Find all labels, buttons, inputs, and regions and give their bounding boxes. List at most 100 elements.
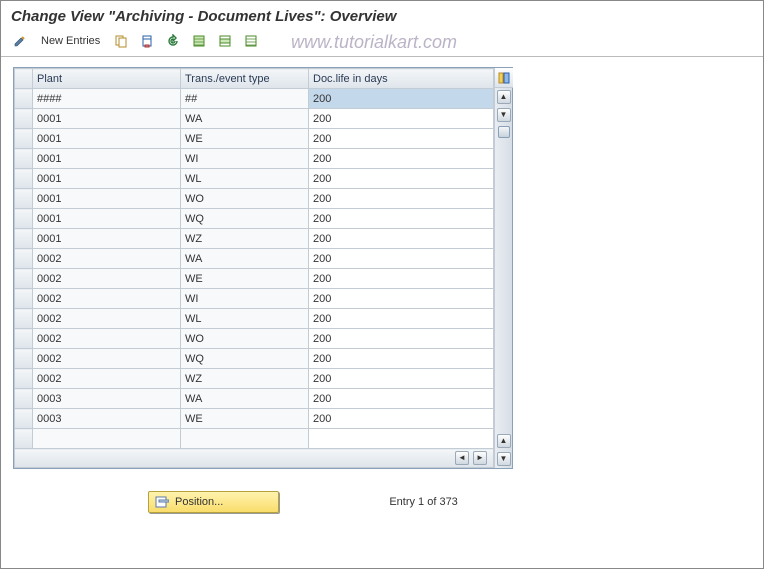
row-selector[interactable]	[15, 349, 33, 369]
select-block-button[interactable]	[214, 31, 236, 51]
row-selector[interactable]	[15, 249, 33, 269]
scroll-left-button[interactable]: ◄	[455, 451, 469, 465]
cell-trans[interactable]: WE	[181, 409, 309, 429]
cell-doclife[interactable]: 200	[309, 89, 494, 109]
cell-doclife[interactable]: 200	[309, 309, 494, 329]
scroll-down-button[interactable]: ▼	[497, 452, 511, 466]
cell-doclife[interactable]: 200	[309, 389, 494, 409]
cell-trans[interactable]: WQ	[181, 209, 309, 229]
deselect-all-button[interactable]	[240, 31, 262, 51]
col-header-plant[interactable]: Plant	[33, 69, 181, 89]
position-label: Position...	[175, 496, 223, 508]
cell-plant[interactable]: 0001	[33, 129, 181, 149]
delete-button[interactable]	[136, 31, 158, 51]
table-row: 0003WA200	[15, 389, 494, 409]
table-row: 0002WQ200	[15, 349, 494, 369]
cell-doclife[interactable]: 200	[309, 409, 494, 429]
row-selector[interactable]	[15, 409, 33, 429]
cell-trans[interactable]: WA	[181, 389, 309, 409]
row-selector[interactable]	[15, 129, 33, 149]
footer-bar: Position... Entry 1 of 373	[13, 469, 755, 513]
cell-plant[interactable]: 0003	[33, 409, 181, 429]
cell-trans[interactable]: WZ	[181, 369, 309, 389]
cell-plant[interactable]: 0001	[33, 109, 181, 129]
cell-plant[interactable]: 0001	[33, 189, 181, 209]
cell-trans[interactable]: WO	[181, 329, 309, 349]
row-selector[interactable]	[15, 89, 33, 109]
cell-plant[interactable]: 0001	[33, 209, 181, 229]
position-button[interactable]: Position...	[148, 491, 279, 513]
row-selector[interactable]	[15, 169, 33, 189]
col-header-doclife[interactable]: Doc.life in days	[309, 69, 494, 89]
cell-trans[interactable]: WZ	[181, 229, 309, 249]
cell-plant[interactable]: 0003	[33, 389, 181, 409]
cell-plant[interactable]: 0001	[33, 169, 181, 189]
cell-trans[interactable]: ##	[181, 89, 309, 109]
cell-doclife[interactable]: 200	[309, 249, 494, 269]
row-selector[interactable]	[15, 149, 33, 169]
cell-doclife[interactable]: 200	[309, 129, 494, 149]
page-up-from-end-button[interactable]: ▲	[497, 434, 511, 448]
row-selector[interactable]	[15, 309, 33, 329]
cell-doclife[interactable]: 200	[309, 109, 494, 129]
cell-doclife[interactable]	[309, 429, 494, 449]
col-header-trans[interactable]: Trans./event type	[181, 69, 309, 89]
cell-doclife[interactable]: 200	[309, 229, 494, 249]
page-down-button[interactable]: ▼	[497, 108, 511, 122]
cell-trans[interactable]: WI	[181, 149, 309, 169]
cell-trans[interactable]: WA	[181, 109, 309, 129]
row-selector[interactable]	[15, 329, 33, 349]
row-selector[interactable]	[15, 229, 33, 249]
cell-plant[interactable]: 0002	[33, 329, 181, 349]
scrollbar-thumb[interactable]	[498, 126, 510, 138]
scroll-up-button[interactable]: ▲	[497, 90, 511, 104]
cell-doclife[interactable]: 200	[309, 209, 494, 229]
cell-plant[interactable]	[33, 429, 181, 449]
row-selector[interactable]	[15, 389, 33, 409]
row-selector[interactable]	[15, 269, 33, 289]
cell-trans[interactable]: WQ	[181, 349, 309, 369]
cell-trans[interactable]: WL	[181, 169, 309, 189]
cell-doclife[interactable]: 200	[309, 189, 494, 209]
cell-plant[interactable]: ####	[33, 89, 181, 109]
cell-doclife[interactable]: 200	[309, 269, 494, 289]
col-header-select[interactable]	[15, 69, 33, 89]
cell-plant[interactable]: 0002	[33, 289, 181, 309]
cell-plant[interactable]: 0002	[33, 269, 181, 289]
copy-as-button[interactable]	[110, 31, 132, 51]
cell-plant[interactable]: 0002	[33, 249, 181, 269]
table-row: 0002WL200	[15, 309, 494, 329]
configure-columns-button[interactable]	[495, 68, 513, 88]
cell-plant[interactable]: 0002	[33, 349, 181, 369]
cell-plant[interactable]: 0001	[33, 229, 181, 249]
row-selector[interactable]	[15, 209, 33, 229]
cell-trans[interactable]: WI	[181, 289, 309, 309]
cell-doclife[interactable]: 200	[309, 329, 494, 349]
row-selector[interactable]	[15, 429, 33, 449]
table-row: 0003WE200	[15, 409, 494, 429]
cell-plant[interactable]: 0002	[33, 309, 181, 329]
scroll-right-button[interactable]: ►	[473, 451, 487, 465]
cell-trans[interactable]	[181, 429, 309, 449]
cell-doclife[interactable]: 200	[309, 349, 494, 369]
select-all-button[interactable]	[188, 31, 210, 51]
table-row: 0001WE200	[15, 129, 494, 149]
cell-trans[interactable]: WL	[181, 309, 309, 329]
cell-trans[interactable]: WA	[181, 249, 309, 269]
cell-doclife[interactable]: 200	[309, 289, 494, 309]
new-entries-button[interactable]: New Entries	[35, 31, 106, 51]
cell-trans[interactable]: WE	[181, 129, 309, 149]
row-selector[interactable]	[15, 109, 33, 129]
cell-doclife[interactable]: 200	[309, 369, 494, 389]
toggle-change-display-button[interactable]	[9, 31, 31, 51]
row-selector[interactable]	[15, 189, 33, 209]
undo-change-button[interactable]	[162, 31, 184, 51]
cell-trans[interactable]: WE	[181, 269, 309, 289]
cell-doclife[interactable]: 200	[309, 169, 494, 189]
row-selector[interactable]	[15, 369, 33, 389]
cell-doclife[interactable]: 200	[309, 149, 494, 169]
cell-trans[interactable]: WO	[181, 189, 309, 209]
cell-plant[interactable]: 0001	[33, 149, 181, 169]
row-selector[interactable]	[15, 289, 33, 309]
cell-plant[interactable]: 0002	[33, 369, 181, 389]
